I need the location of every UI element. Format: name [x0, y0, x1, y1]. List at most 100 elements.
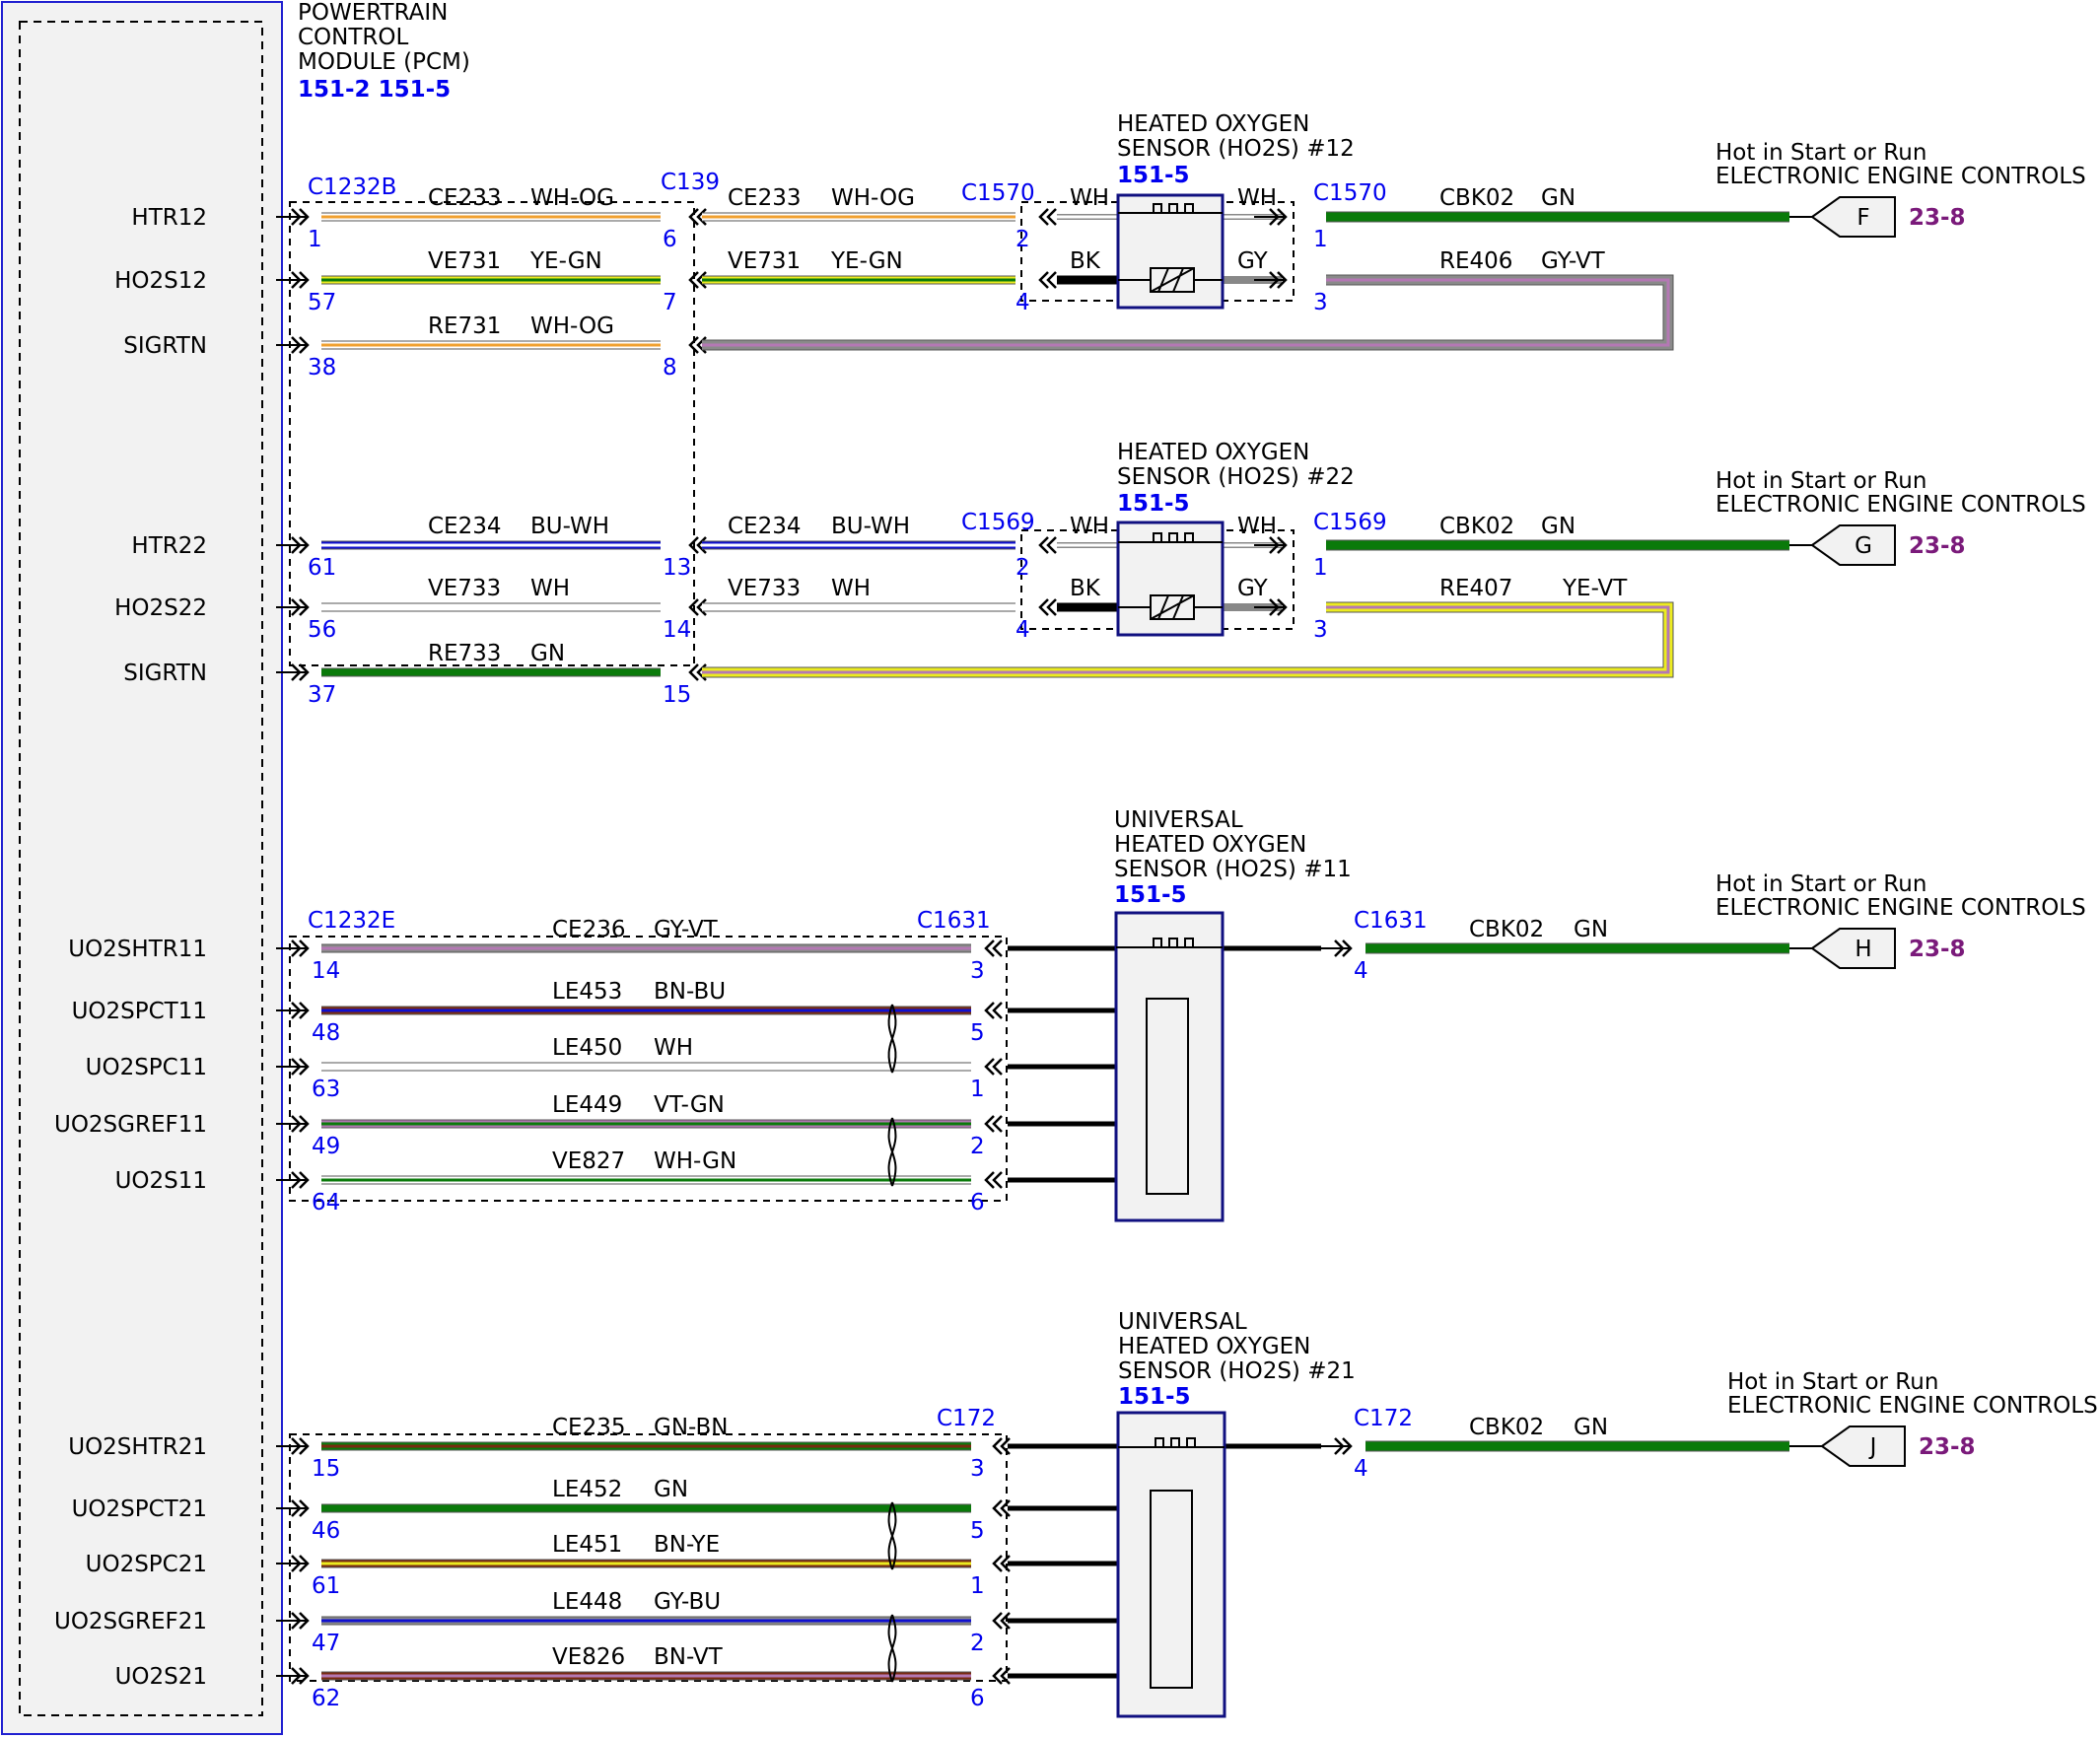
color-label: WH: [831, 576, 871, 601]
circuit-label: CBK02: [1469, 917, 1544, 942]
power-label-1: Hot in Start or Run: [1715, 140, 1926, 166]
color-label: BN-VT: [654, 1644, 724, 1670]
power-page-ref: 23-8: [1919, 1434, 1976, 1460]
pin-number: 14: [312, 958, 340, 984]
color-label: GN-BN: [654, 1415, 729, 1440]
sensor-arrow: [1319, 1437, 1353, 1455]
color-label: GN: [530, 641, 565, 666]
color-label: VT-GN: [654, 1092, 725, 1118]
pin-number: 6: [970, 1190, 985, 1216]
color-label: GN: [1541, 514, 1575, 539]
pcm-pin-sigrtn: SIGRTN: [123, 333, 207, 359]
color-label: GY-VT: [654, 917, 719, 942]
sensor-21-ref[interactable]: 151-5: [1118, 1384, 1191, 1410]
sensor-arrow: [1254, 598, 1288, 616]
pin-number: 63: [312, 1077, 340, 1102]
circuit-label: CE233: [428, 185, 502, 211]
power-label-1: Hot in Start or Run: [1727, 1369, 1938, 1395]
connector-c1232e: C1232E: [308, 908, 395, 934]
circuit-label: LE450: [552, 1035, 622, 1061]
sensor-22-title-1: HEATED OXYGEN: [1117, 440, 1309, 465]
power-page-ref: 23-8: [1909, 533, 1966, 559]
power-label-1: Hot in Start or Run: [1715, 871, 1926, 897]
circuit-label: VE731: [428, 248, 501, 274]
pin-number: 49: [312, 1134, 340, 1159]
pin-number: 3: [970, 1456, 985, 1482]
connector-c1631-right: C1631: [1354, 908, 1428, 934]
circuit-label: VE826: [552, 1644, 625, 1670]
pcm-pin-ho2s12: HO2S12: [114, 268, 207, 294]
pin-number: 15: [663, 682, 691, 708]
color-label: BU-WH: [530, 514, 609, 539]
pin-number: 5: [970, 1020, 985, 1046]
sensor-arrow: [984, 1058, 1003, 1076]
sensor-11-ref[interactable]: 151-5: [1114, 882, 1187, 908]
sensor-lead-label: BK: [1070, 576, 1101, 601]
power-letter: H: [1855, 937, 1871, 962]
sensor-uho2s-11: UNIVERSAL HEATED OXYGEN SENSOR (HO2S) #1…: [1114, 807, 1352, 1222]
circuit-label: CE234: [428, 514, 502, 539]
sensor-lead-label: GY: [1237, 576, 1269, 601]
power-label-2: ELECTRONIC ENGINE CONTROLS: [1715, 164, 2086, 189]
sensor-12-ref[interactable]: 151-5: [1117, 163, 1190, 188]
color-label: BN-YE: [654, 1532, 720, 1558]
color-label: GY-VT: [1541, 248, 1606, 274]
pcm-pin-htr22: HTR22: [131, 533, 207, 559]
sensor-lead-label: WH: [1070, 185, 1109, 211]
pin-number: 3: [1313, 617, 1328, 643]
power-label-2: ELECTRONIC ENGINE CONTROLS: [1727, 1393, 2098, 1419]
circuit-label: VE731: [728, 248, 801, 274]
sensor-11-title-1: UNIVERSAL: [1114, 807, 1243, 833]
connector-c1570-left: C1570: [961, 180, 1035, 206]
color-label: GN: [1541, 185, 1575, 211]
sensor-11-title-3: SENSOR (HO2S) #11: [1114, 857, 1352, 882]
connector-c172-right: C172: [1354, 1406, 1413, 1431]
color-label: WH-OG: [530, 313, 614, 339]
pin-number: 46: [312, 1518, 340, 1544]
circuit-label: RE406: [1439, 248, 1512, 274]
inline-arrow: [1038, 536, 1057, 554]
power-label-2: ELECTRONIC ENGINE CONTROLS: [1715, 492, 2086, 518]
pin-number: 57: [308, 290, 336, 315]
sensor-22-title-2: SENSOR (HO2S) #22: [1117, 464, 1355, 490]
sensor-arrow: [984, 1002, 1003, 1019]
circuit-label: CE234: [728, 514, 802, 539]
inline-arrow: [1038, 598, 1057, 616]
circuit-label: LE453: [552, 979, 622, 1005]
circuit-label: CBK02: [1439, 185, 1514, 211]
pin-number: 15: [312, 1456, 340, 1482]
sensor-12-title-1: HEATED OXYGEN: [1117, 111, 1309, 137]
pin-number: 47: [312, 1631, 340, 1656]
color-label: YE-GN: [830, 248, 903, 274]
pin-number: 56: [308, 617, 336, 643]
sensor-arrow: [1319, 939, 1353, 957]
pin-number: 2: [970, 1134, 985, 1159]
pcm-pin-uo2spc21: UO2SPC21: [86, 1552, 207, 1577]
power-page-ref: 23-8: [1909, 205, 1966, 231]
pin-number: 64: [312, 1190, 340, 1216]
color-label: YE-GN: [529, 248, 602, 274]
pin-number: 14: [663, 617, 691, 643]
color-label: WH-OG: [831, 185, 915, 211]
wiring-diagram: POWERTRAIN CONTROL MODULE (PCM) 151-2 15…: [1, 0, 2098, 1735]
power-label-2: ELECTRONIC ENGINE CONTROLS: [1715, 895, 2086, 921]
circuit-label: LE451: [552, 1532, 622, 1558]
pin-number: 4: [1354, 958, 1368, 984]
power-page-ref: 23-8: [1909, 937, 1966, 962]
pcm-ref[interactable]: 151-2 151-5: [298, 77, 451, 103]
pin-number: 1: [308, 227, 322, 252]
pcm-pin-uo2sgref11: UO2SGREF11: [54, 1112, 207, 1138]
sensor-lead-label: WH: [1070, 514, 1109, 539]
sensor-lead-label: BK: [1070, 248, 1101, 274]
sensor-22-ref[interactable]: 151-5: [1117, 491, 1190, 517]
pcm-pin-uo2spc11: UO2SPC11: [86, 1055, 207, 1080]
pin-number: 4: [1015, 617, 1030, 643]
sensor-lead-label: WH: [1237, 514, 1277, 539]
color-label: WH: [654, 1035, 693, 1061]
pin-number: 62: [312, 1686, 340, 1711]
pin-number: 3: [1313, 290, 1328, 315]
circuit-label: VE733: [428, 576, 501, 601]
sensor-12-title-2: SENSOR (HO2S) #12: [1117, 136, 1355, 162]
pin-number: 7: [663, 290, 677, 315]
color-label: GN: [1574, 917, 1608, 942]
